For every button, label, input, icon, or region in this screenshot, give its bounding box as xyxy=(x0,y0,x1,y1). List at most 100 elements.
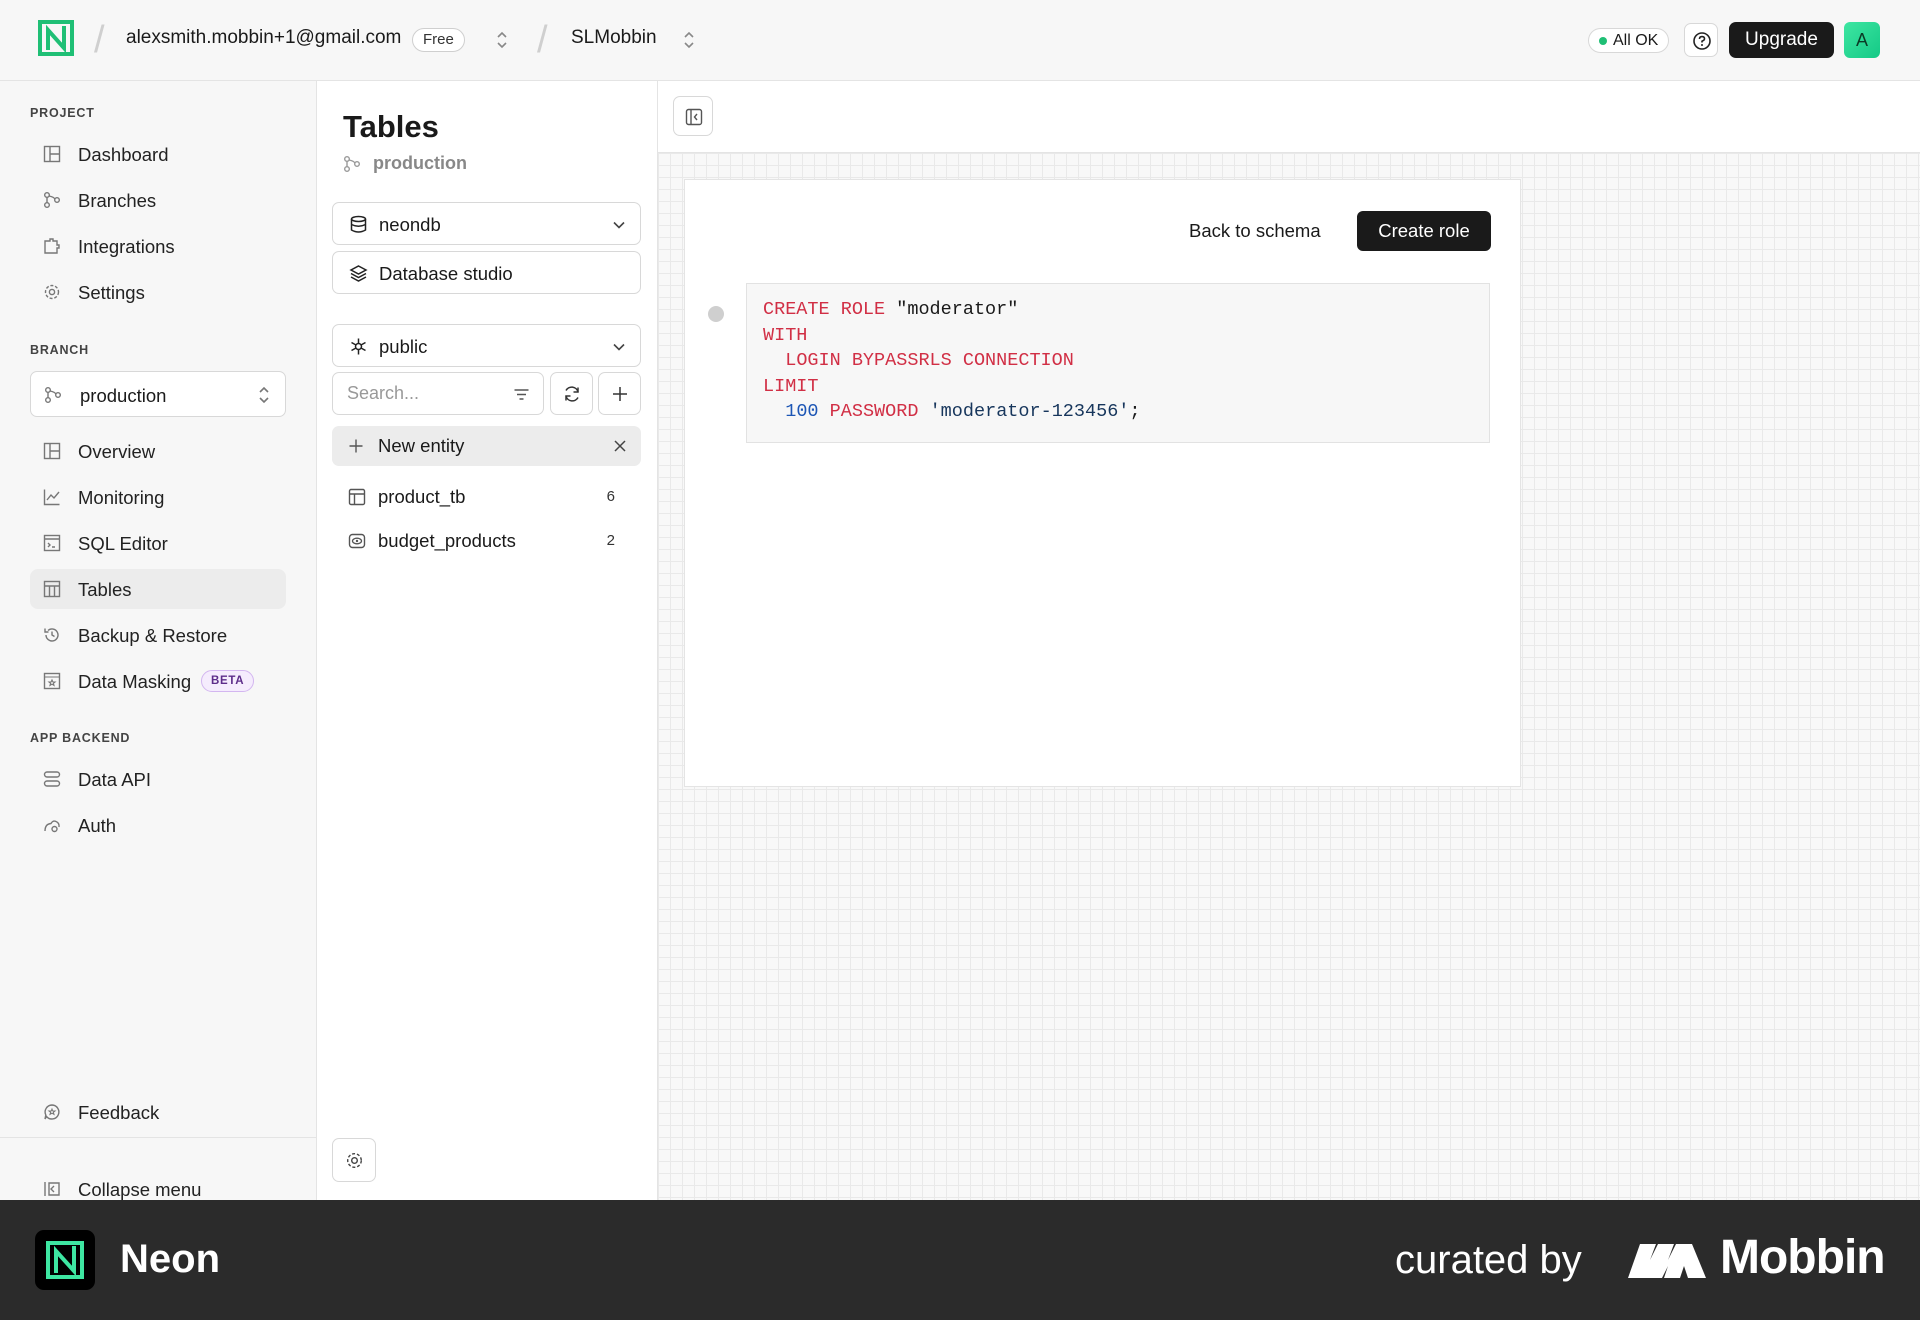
refresh-icon xyxy=(565,386,579,402)
add-entity-button[interactable] xyxy=(598,372,641,415)
breadcrumb-separator: / xyxy=(537,19,548,61)
collapse-menu-icon xyxy=(44,1182,60,1196)
integrations-icon xyxy=(44,238,60,254)
plus-icon xyxy=(349,439,363,453)
refresh-button[interactable] xyxy=(550,372,593,415)
sidebar-item-data-masking[interactable]: Data Masking BETA xyxy=(30,661,286,701)
sidebar-item-label: Branches xyxy=(78,190,157,211)
sql-keyword: PASSWORD xyxy=(829,401,919,422)
database-studio-button[interactable]: Database studio xyxy=(332,251,641,294)
sql-string: 'moderator-123456' xyxy=(929,401,1130,422)
sidebar-item-tables[interactable]: Tables xyxy=(30,569,286,609)
list-item[interactable]: budget_products 2 xyxy=(332,521,641,561)
toggle-panel-button[interactable] xyxy=(673,96,713,136)
sidebar: PROJECT Dashboard Branches Integrations … xyxy=(0,81,317,1200)
sidebar-item-sql-editor[interactable]: SQL Editor xyxy=(30,523,286,563)
sidebar-item-backup-restore[interactable]: Backup & Restore xyxy=(30,615,286,655)
backup-icon xyxy=(44,628,59,642)
tables-icon xyxy=(43,580,61,598)
app-name: Neon xyxy=(120,1237,220,1281)
sidebar-item-auth[interactable]: Auth xyxy=(30,805,286,845)
top-bar: / alexsmith.mobbin+1@gmail.com Free / SL… xyxy=(0,0,1920,81)
sql-keyword: CREATE ROLE xyxy=(763,299,886,320)
sidebar-item-overview[interactable]: Overview xyxy=(30,431,286,471)
create-role-card: Back to schema Create role CREATE ROLE "… xyxy=(684,179,1521,787)
sidebar-item-label: Tables xyxy=(78,579,132,600)
view-icon xyxy=(348,533,366,549)
entity-name: budget_products xyxy=(378,530,516,551)
branch-selector[interactable]: production xyxy=(30,371,286,417)
sidebar-item-label: Feedback xyxy=(78,1102,160,1123)
layers-icon xyxy=(349,265,368,282)
schema-selector[interactable]: public xyxy=(332,324,641,367)
sidebar-item-label: Overview xyxy=(78,441,156,462)
list-item[interactable]: product_tb 6 xyxy=(332,477,641,517)
chevron-updown-icon xyxy=(259,386,269,404)
plus-icon xyxy=(613,387,627,401)
create-role-button[interactable]: Create role xyxy=(1357,211,1491,251)
sidebar-item-label: Auth xyxy=(78,815,117,836)
sidebar-item-monitoring[interactable]: Monitoring xyxy=(30,477,286,517)
tables-panel: Tables production neondb Database studio… xyxy=(317,81,658,1200)
account-name[interactable]: alexsmith.mobbin+1@gmail.com xyxy=(126,27,401,49)
neon-app-icon xyxy=(35,1230,95,1290)
help-button[interactable] xyxy=(1684,23,1718,57)
gear-icon xyxy=(346,1152,363,1169)
sidebar-item-label: SQL Editor xyxy=(78,533,168,554)
neon-logo-icon[interactable] xyxy=(38,20,74,56)
filter-icon[interactable] xyxy=(513,386,530,403)
close-icon[interactable] xyxy=(613,439,627,453)
schema-icon xyxy=(351,338,366,355)
auth-icon xyxy=(44,820,60,833)
sidebar-item-feedback[interactable]: Feedback xyxy=(30,1092,286,1132)
sql-keyword: WITH xyxy=(763,324,808,346)
database-selector-label: neondb xyxy=(379,214,441,235)
help-icon xyxy=(1693,32,1711,50)
beta-badge: BETA xyxy=(201,670,255,692)
project-switcher-icon[interactable] xyxy=(682,28,696,52)
settings-icon xyxy=(44,284,60,300)
sidebar-item-label: Dashboard xyxy=(78,144,169,165)
entity-name: product_tb xyxy=(378,486,466,507)
sidebar-item-data-api[interactable]: Data API xyxy=(30,759,286,799)
dashboard-icon xyxy=(43,145,61,163)
app-window: / alexsmith.mobbin+1@gmail.com Free / SL… xyxy=(0,0,1920,1200)
upgrade-button[interactable]: Upgrade xyxy=(1729,22,1834,58)
account-switcher-icon[interactable] xyxy=(495,28,509,52)
status-badge[interactable]: All OK xyxy=(1588,28,1670,53)
overview-icon xyxy=(43,442,61,460)
section-heading-branch: BRANCH xyxy=(30,343,89,357)
breadcrumb-separator: / xyxy=(94,19,105,61)
data-masking-icon xyxy=(43,672,61,690)
project-name[interactable]: SLMobbin xyxy=(571,27,657,49)
sidebar-item-label: Integrations xyxy=(78,236,175,257)
sql-editor-icon xyxy=(43,534,61,552)
entity-count: 6 xyxy=(606,488,615,505)
database-selector[interactable]: neondb xyxy=(332,202,641,245)
sidebar-item-dashboard[interactable]: Dashboard xyxy=(30,134,286,174)
monitoring-icon xyxy=(43,489,60,506)
panel-collapse-icon xyxy=(685,108,703,126)
sidebar-item-branches[interactable]: Branches xyxy=(30,180,286,220)
back-to-schema-button[interactable]: Back to schema xyxy=(1189,211,1321,251)
new-entity-item[interactable]: New entity xyxy=(332,426,641,466)
sidebar-item-settings[interactable]: Settings xyxy=(30,272,286,312)
search-field[interactable] xyxy=(332,372,544,415)
search-input[interactable] xyxy=(347,383,497,404)
status-dot xyxy=(1599,37,1607,45)
sidebar-item-integrations[interactable]: Integrations xyxy=(30,226,286,266)
sidebar-item-label: Backup & Restore xyxy=(78,625,228,646)
mobbin-wordmark: Mobbin xyxy=(1720,1231,1886,1284)
entity-count: 2 xyxy=(606,532,615,549)
sidebar-item-label: Settings xyxy=(78,282,145,303)
canvas-toolbar xyxy=(658,81,1920,153)
mobbin-logo-icon xyxy=(1628,1244,1706,1278)
data-api-icon xyxy=(43,771,61,787)
schema-canvas[interactable]: Back to schema Create role CREATE ROLE "… xyxy=(658,81,1920,1200)
sql-code-block[interactable]: CREATE ROLE "moderator" WITH LOGIN BYPAS… xyxy=(746,283,1490,443)
status-label: All OK xyxy=(1613,32,1659,49)
panel-settings-button[interactable] xyxy=(332,1138,376,1182)
avatar[interactable]: A xyxy=(1844,22,1880,58)
sql-keyword: LOGIN BYPASSRLS CONNECTION xyxy=(785,350,1074,371)
sql-number: 100 xyxy=(785,401,819,422)
